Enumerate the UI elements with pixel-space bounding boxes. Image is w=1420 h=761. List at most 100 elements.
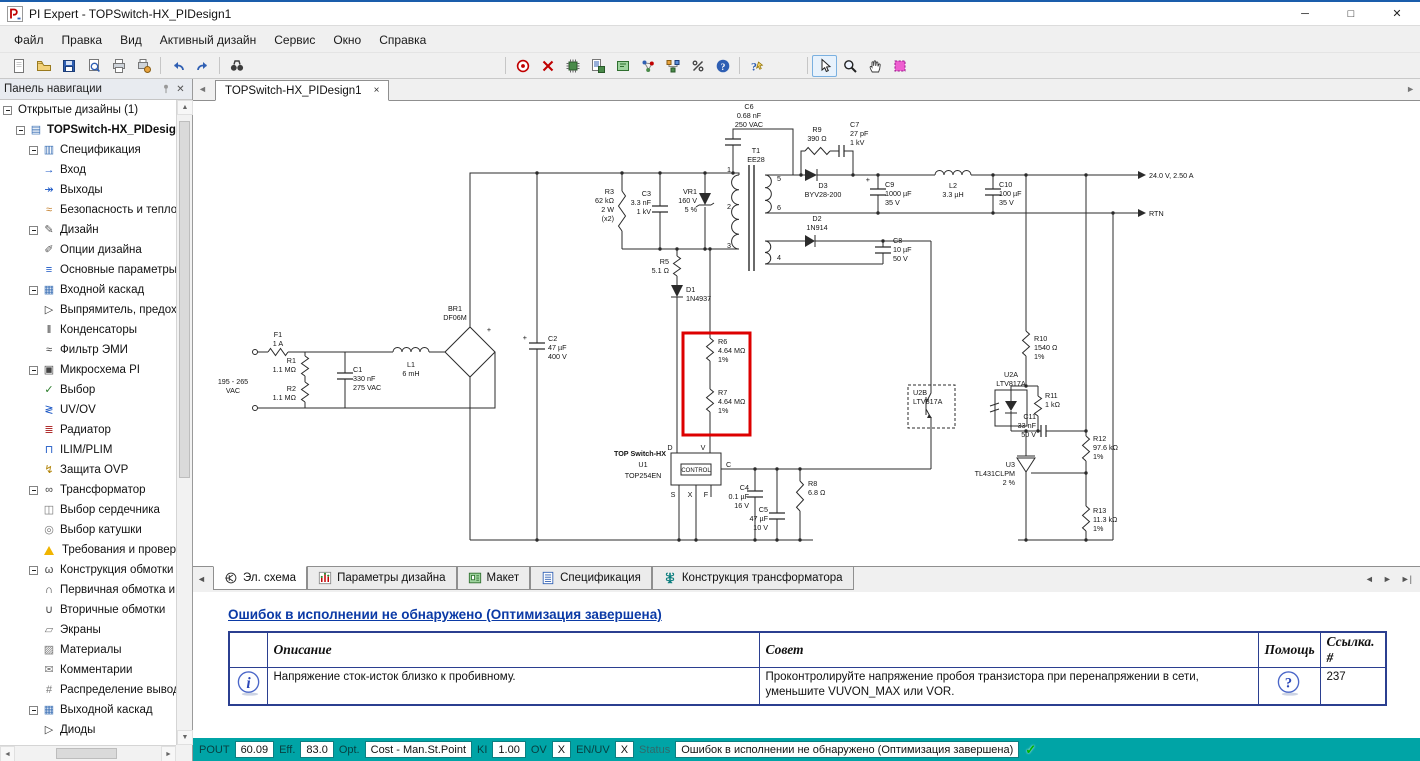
close-icon[interactable]: ✕ (173, 84, 188, 95)
pin-icon[interactable] (158, 83, 173, 95)
nav-tree-item[interactable]: # Распределение выводо (0, 680, 176, 700)
nav-tree-item[interactable]: ∞ Трансформатор (0, 480, 176, 500)
view-tab[interactable]: Макет (456, 566, 531, 590)
nav-tree-item[interactable]: ▥ Спецификация (0, 140, 176, 160)
share-branch-button[interactable] (660, 55, 685, 77)
scroll-left-button[interactable]: ◄ (0, 746, 15, 761)
nav-tree-item[interactable]: ≣ Радиатор (0, 420, 176, 440)
open-folder-button[interactable] (31, 55, 56, 77)
scroll-down-button[interactable]: ▼ (177, 730, 193, 745)
menu-item[interactable]: Справка (370, 29, 435, 51)
view-tab-scroll-last[interactable]: ►| (1401, 574, 1412, 584)
view-tab[interactable]: Конструкция трансформатора (651, 566, 854, 590)
maximize-button[interactable]: □ (1328, 2, 1374, 25)
stop-tool-button[interactable] (535, 55, 560, 77)
nav-tree-item[interactable]: ≈ Фильтр ЭМИ (0, 340, 176, 360)
nav-tree-item[interactable]: ∪ Вторичные обмотки (0, 600, 176, 620)
nav-tree-item[interactable]: ≈ Безопасность и теплов (0, 200, 176, 220)
tree-expander[interactable] (16, 125, 25, 135)
nav-vertical-scrollbar[interactable]: ▲ ▼ (176, 100, 193, 745)
nav-tree-item[interactable]: ▷ Выпрямитель, предохр (0, 300, 176, 320)
nav-tree-item[interactable]: ✐ Опции дизайна (0, 240, 176, 260)
tree-expander[interactable] (3, 105, 12, 115)
page-setup-button[interactable] (131, 55, 156, 77)
nav-tree-item[interactable]: ▷ Диоды (0, 720, 176, 740)
scrollbar-thumb[interactable] (55, 748, 118, 759)
view-tab[interactable]: Параметры дизайна (307, 566, 457, 590)
toolbar-separator (219, 57, 220, 74)
percent-badge-button[interactable] (685, 55, 710, 77)
menu-item[interactable]: Окно (324, 29, 370, 51)
tree-expander[interactable] (29, 485, 38, 495)
nav-tree-item[interactable]: ▦ Выходной каскад (0, 700, 176, 720)
view-tab[interactable]: Спецификация (530, 566, 652, 590)
context-help-button[interactable]: ? (744, 55, 769, 77)
nav-tree-item[interactable]: ↠ Выходы (0, 180, 176, 200)
nav-tree-item[interactable]: ▤ TOPSwitch-HX_PIDesign1 (0, 120, 176, 140)
ic-chip-button[interactable] (560, 55, 585, 77)
nav-horizontal-scrollbar[interactable]: ◄ ► (0, 745, 176, 761)
layout-board-button[interactable] (610, 55, 635, 77)
help-circle-button[interactable]: ? (710, 55, 735, 77)
redo-button[interactable] (190, 55, 215, 77)
tree-expander[interactable] (29, 145, 38, 155)
nav-tree-item[interactable]: ▨ Материалы (0, 640, 176, 660)
nav-tree-item[interactable]: ω Конструкция обмотки (0, 560, 176, 580)
scrollbar-thumb[interactable] (179, 121, 190, 478)
tree-expander[interactable] (29, 285, 38, 295)
nav-tree-item[interactable]: ↯ Защита OVP (0, 460, 176, 480)
tree-expander[interactable] (29, 565, 38, 575)
tree-expander[interactable] (29, 365, 38, 375)
nav-tree-item[interactable]: ◫ Выбор сердечника (0, 500, 176, 520)
nav-tree-item[interactable]: ▱ Экраны (0, 620, 176, 640)
tab-scroll-left[interactable]: ◄ (198, 84, 207, 94)
undo-button[interactable] (165, 55, 190, 77)
close-button[interactable]: ✕ (1374, 2, 1420, 25)
nav-tree-item[interactable]: ≷ UV/OV (0, 400, 176, 420)
nav-tree-item[interactable]: ✎ Дизайн (0, 220, 176, 240)
optimize-target-button[interactable] (510, 55, 535, 77)
zoom-magnifier-button[interactable] (837, 55, 862, 77)
menu-item[interactable]: Вид (111, 29, 151, 51)
scroll-right-button[interactable]: ► (161, 746, 176, 761)
view-tab-scroll-left[interactable]: ◄ (1365, 574, 1374, 584)
new-document-button[interactable] (6, 55, 31, 77)
nav-tree-item[interactable]: ✓ Выбор (0, 380, 176, 400)
pan-hand-button[interactable] (862, 55, 887, 77)
nav-tree-item[interactable]: Открытые дизайны (1) (0, 100, 176, 120)
view-tab[interactable]: Эл. схема (213, 566, 308, 590)
tree-expander[interactable] (29, 705, 38, 715)
nav-tree-item[interactable]: ▦ Входной каскад (0, 280, 176, 300)
chip-document-button[interactable] (585, 55, 610, 77)
nav-tree-item[interactable]: ‖ Конденсаторы (0, 320, 176, 340)
print-preview-button[interactable] (81, 55, 106, 77)
view-tab-scroll-right[interactable]: ► (1383, 574, 1392, 584)
menu-item[interactable]: Файл (5, 29, 53, 51)
close-icon[interactable]: × (374, 85, 380, 96)
nav-tree-item[interactable]: ✉ Комментарии (0, 660, 176, 680)
print-button[interactable] (106, 55, 131, 77)
tree-expander[interactable] (29, 225, 38, 235)
nav-tree-item[interactable]: ⊓ ILIM/PLIM (0, 440, 176, 460)
nav-tree-item[interactable]: ≡ Основные параметры (0, 260, 176, 280)
minimize-button[interactable]: ─ (1282, 2, 1328, 25)
find-binoculars-button[interactable] (224, 55, 249, 77)
select-cursor-button[interactable] (812, 54, 837, 77)
nav-tree-item[interactable]: Требования и проверки (0, 540, 176, 560)
nav-tree-item[interactable]: → Вход (0, 160, 176, 180)
region-zoom-button[interactable] (887, 55, 912, 77)
scroll-up-button[interactable]: ▲ (177, 100, 193, 115)
save-button[interactable] (56, 55, 81, 77)
nav-tree-item[interactable]: ◎ Выбор катушки (0, 520, 176, 540)
tab-scroll-right[interactable]: ► (1406, 84, 1415, 94)
view-tab-scroll-first[interactable]: ◄ (197, 574, 206, 584)
nav-tree-item[interactable]: ▣ Микросхема PI (0, 360, 176, 380)
menu-item[interactable]: Активный дизайн (151, 29, 265, 51)
menu-item[interactable]: Сервис (265, 29, 324, 51)
message-help-cell[interactable]: ? (1257, 666, 1321, 706)
network-nodes-button[interactable] (635, 55, 660, 77)
schematic-canvas[interactable]: C6 0.68 nF 250 VAC T1 EE28 R9 390 Ω C7 27 pF 1 kV… (193, 101, 1420, 566)
nav-tree-item[interactable]: ∩ Первичная обмотка и с (0, 580, 176, 600)
document-tab[interactable]: TOPSwitch-HX_PIDesign1 × (215, 80, 390, 101)
menu-item[interactable]: Правка (53, 29, 112, 51)
